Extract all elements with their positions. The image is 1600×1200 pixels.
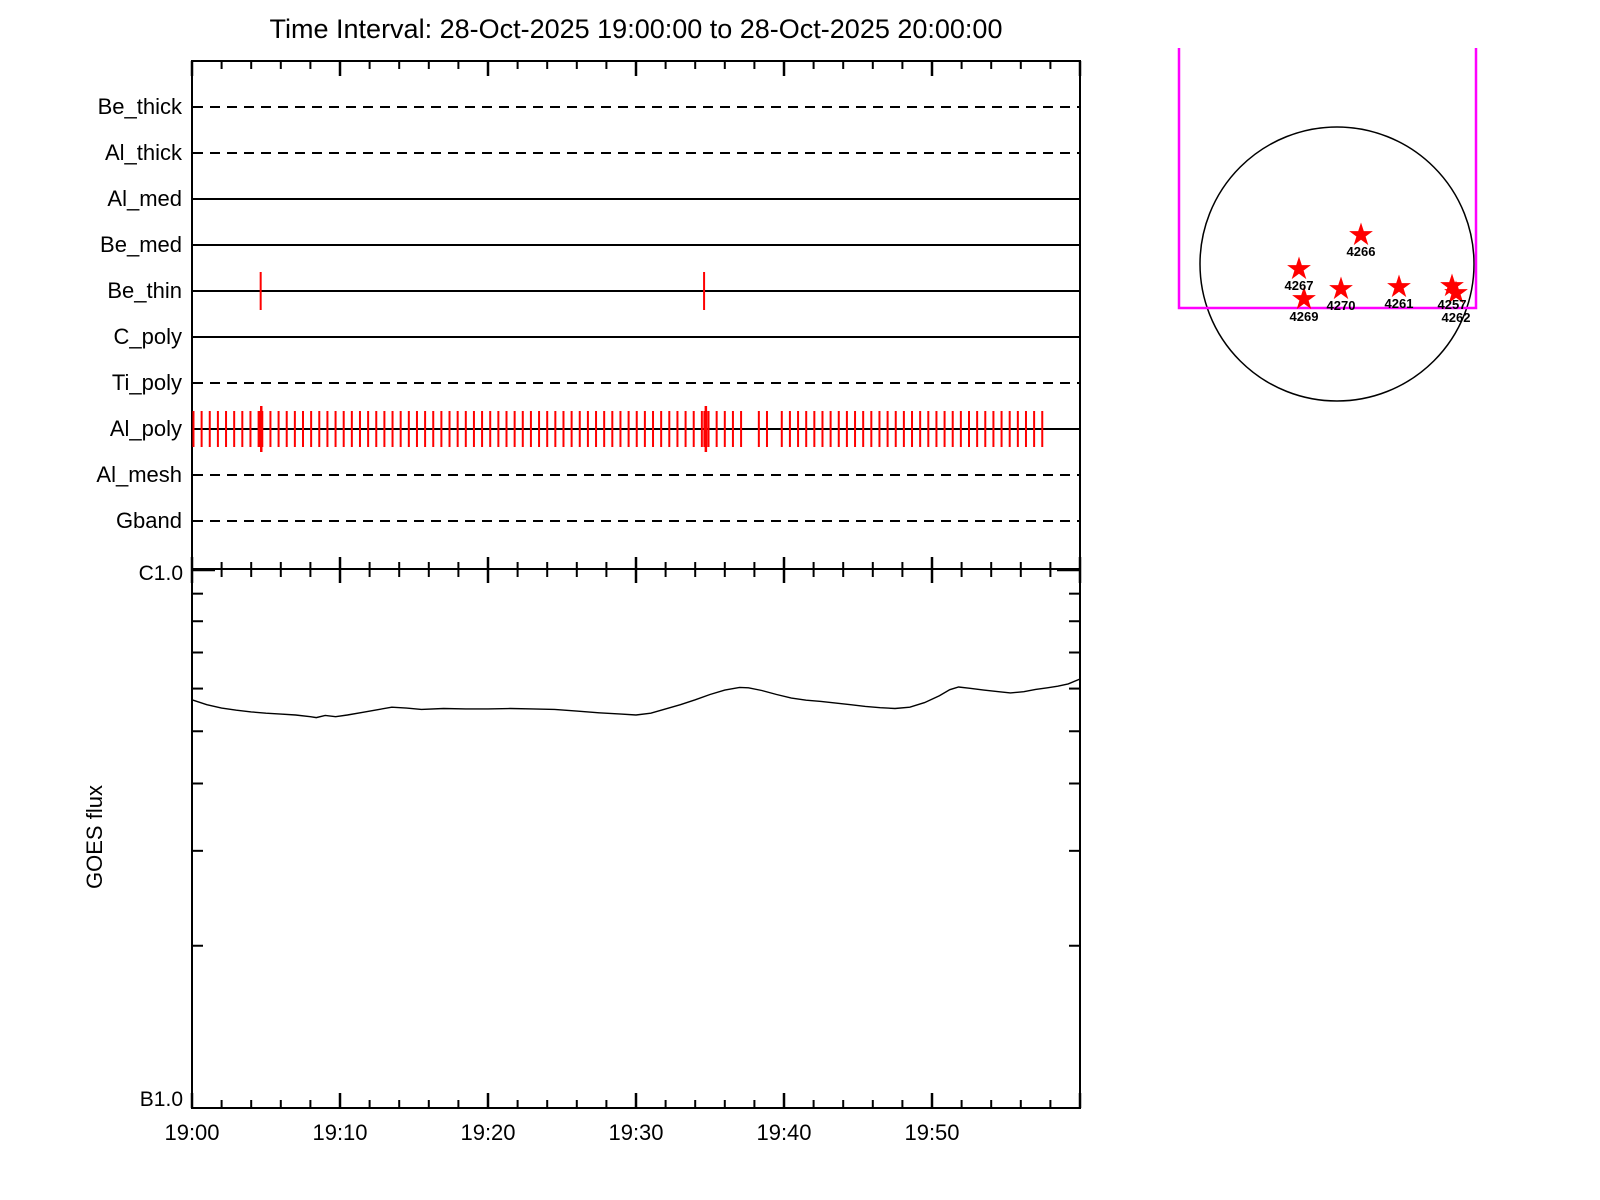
active-region-label-4267: 4267 <box>1284 278 1314 293</box>
filter-label-al_mesh: Al_mesh <box>96 462 182 487</box>
panel-borders <box>191 60 1081 1109</box>
active-region-label-4269: 4269 <box>1289 309 1319 324</box>
time-tick-label-1940: 19:40 <box>756 1120 812 1145</box>
active-region-label-4266: 4266 <box>1346 244 1376 259</box>
time-tick-label-1910: 19:10 <box>312 1120 368 1145</box>
filter-panel-border <box>191 60 1081 570</box>
goes-panel-border <box>191 568 1081 1109</box>
time-tick-label-1930: 19:30 <box>608 1120 664 1145</box>
filter-label-gband: Gband <box>115 508 182 533</box>
active-region-label-4262: 4262 <box>1441 310 1471 325</box>
filter-label-al_poly: Al_poly <box>109 416 182 441</box>
active-region-star-4266 <box>1349 222 1373 246</box>
filter-label-be_thin: Be_thin <box>107 278 182 303</box>
active-region-star-4270 <box>1329 276 1353 300</box>
goes-y-top-label: C1.0 <box>138 562 183 585</box>
time-tick-label-1920: 19:20 <box>460 1120 516 1145</box>
filter-label-ti_poly: Ti_poly <box>111 370 182 395</box>
axis-ticks <box>190 61 1082 1108</box>
goes-y-axis-title: GOES flux <box>82 785 107 889</box>
active-region-star-4261 <box>1387 274 1411 298</box>
solar-disk-circle <box>1199 126 1475 402</box>
xrt-goes-observation-page: Time Interval: 28-Oct-2025 19:00:00 to 2… <box>0 0 1600 1200</box>
goes-flux-curve <box>191 678 1081 719</box>
exposure-ticks <box>192 272 1044 452</box>
time-tick-label-1950: 19:50 <box>904 1120 960 1145</box>
filter-label-al_thick: Al_thick <box>104 140 182 165</box>
fov-box <box>1177 48 1478 310</box>
active-region-label-4261: 4261 <box>1384 296 1414 311</box>
active-region-star-4267 <box>1287 256 1311 280</box>
filter-lines <box>193 106 1079 522</box>
goes-curve-group <box>191 678 1081 719</box>
goes-y-bottom-label: B1.0 <box>139 1088 183 1111</box>
sun-map <box>1177 48 1478 402</box>
time-tick-label-1900: 19:00 <box>164 1120 220 1145</box>
filter-label-be_thick: Be_thick <box>97 94 182 119</box>
filter-label-al_med: Al_med <box>107 186 182 211</box>
plot-canvas <box>190 48 1478 1109</box>
filter-label-c_poly: C_poly <box>113 324 182 349</box>
filter-label-be_med: Be_med <box>100 232 182 257</box>
